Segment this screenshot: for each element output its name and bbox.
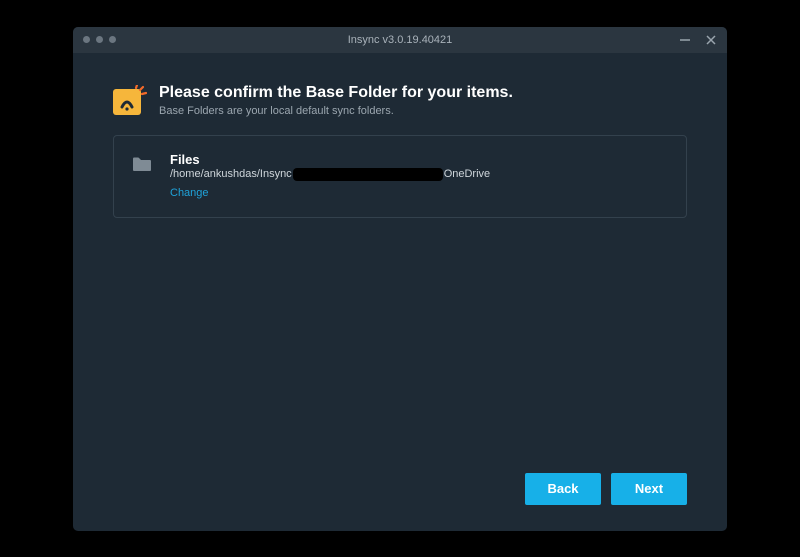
page-subtitle: Base Folders are your local default sync… <box>159 105 513 117</box>
path-redacted <box>293 168 443 181</box>
change-folder-link[interactable]: Change <box>170 187 209 199</box>
insync-app-icon <box>113 85 147 115</box>
titlebar: Insync v3.0.19.40421 <box>73 27 727 53</box>
window-title: Insync v3.0.19.40421 <box>73 34 727 46</box>
base-folder-title: Files <box>170 152 490 167</box>
base-folder-details: Files /home/ankushdas/Insync OneDrive Cha… <box>170 152 490 201</box>
page-title: Please confirm the Base Folder for your … <box>159 83 513 103</box>
app-window: Insync v3.0.19.40421 <box>73 27 727 531</box>
base-folder-path: /home/ankushdas/Insync OneDrive <box>170 168 490 181</box>
page-header-text: Please confirm the Base Folder for your … <box>159 83 513 117</box>
window-traffic-lights <box>83 36 116 43</box>
path-prefix: /home/ankushdas/Insync <box>170 168 292 180</box>
next-button[interactable]: Next <box>611 473 687 505</box>
footer-actions: Back Next <box>73 473 727 531</box>
page-header: Please confirm the Base Folder for your … <box>113 83 687 117</box>
minimize-button[interactable] <box>679 34 691 46</box>
dot-icon <box>83 36 90 43</box>
dot-icon <box>109 36 116 43</box>
content-area: Please confirm the Base Folder for your … <box>73 53 727 473</box>
close-button[interactable] <box>705 34 717 46</box>
base-folder-card: Files /home/ankushdas/Insync OneDrive Cha… <box>113 135 687 218</box>
path-suffix: OneDrive <box>444 168 490 180</box>
folder-icon <box>132 156 152 172</box>
back-button[interactable]: Back <box>525 473 601 505</box>
dot-icon <box>96 36 103 43</box>
window-controls <box>679 34 717 46</box>
